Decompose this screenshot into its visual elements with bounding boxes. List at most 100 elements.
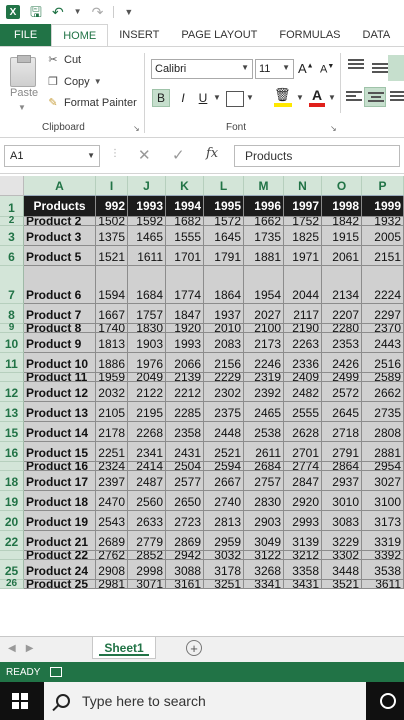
value-cell[interactable]: 1886 [96,353,128,373]
value-cell[interactable]: 2735 [362,402,404,422]
value-cell[interactable]: 1864 [204,266,244,304]
tab-file[interactable]: FILE [0,24,52,46]
value-cell[interactable]: 1920 [166,324,204,333]
value-cell[interactable]: 2448 [204,422,244,442]
value-cell[interactable]: 2577 [166,471,204,491]
value-cell[interactable]: 2251 [96,442,128,462]
borders-icon[interactable] [226,91,244,107]
value-cell[interactable]: 2392 [244,382,284,402]
value-cell[interactable]: 1662 [244,217,284,226]
value-cell[interactable]: 2543 [96,511,128,531]
align-bottom-icon[interactable] [388,55,404,81]
value-cell[interactable]: 3088 [166,560,204,580]
value-cell[interactable]: 2324 [96,462,128,471]
value-cell[interactable]: 2504 [166,462,204,471]
value-cell[interactable]: 2044 [284,266,322,304]
value-cell[interactable]: 2005 [362,226,404,246]
value-cell[interactable]: 2628 [284,422,322,442]
value-cell[interactable]: 2066 [166,353,204,373]
value-cell[interactable]: 3538 [362,560,404,580]
value-cell[interactable]: 1757 [128,304,166,324]
row-header[interactable]: 10 [0,333,24,353]
value-cell[interactable]: 1521 [96,246,128,266]
align-right-icon[interactable] [390,91,404,103]
product-cell[interactable]: Product 14 [24,422,96,442]
value-cell[interactable]: 2156 [204,353,244,373]
row-header[interactable] [0,373,24,382]
align-left-icon[interactable] [346,91,362,103]
value-cell[interactable]: 2650 [166,491,204,511]
value-cell[interactable]: 3100 [362,491,404,511]
value-cell[interactable]: 2414 [128,462,166,471]
column-header[interactable]: N [284,176,322,196]
chevron-down-icon[interactable]: ▼ [213,93,221,102]
customize-qat-icon[interactable]: ▼ [124,5,133,19]
value-cell[interactable]: 2190 [284,324,322,333]
column-header[interactable]: P [362,176,404,196]
product-cell[interactable]: Product 13 [24,402,96,422]
value-cell[interactable]: 2633 [128,511,166,531]
column-header[interactable]: A [24,176,96,196]
value-cell[interactable]: 2993 [284,511,322,531]
product-cell[interactable]: Product 21 [24,531,96,551]
value-cell[interactable]: 1735 [244,226,284,246]
product-cell[interactable]: Product 3 [24,226,96,246]
font-name-select[interactable]: Calibri ▼ [151,59,253,79]
copy-button[interactable]: ❐ Copy ▼ [46,75,102,89]
value-cell[interactable]: 2426 [322,353,362,373]
column-header[interactable]: J [128,176,166,196]
value-cell[interactable]: 1954 [244,266,284,304]
bold-button[interactable]: B [152,89,170,107]
value-cell[interactable]: 2061 [322,246,362,266]
underline-button[interactable]: U [194,89,212,107]
product-cell[interactable]: Product 8 [24,324,96,333]
value-cell[interactable]: 3027 [362,471,404,491]
value-cell[interactable]: 2358 [166,422,204,442]
tab-formulas[interactable]: FORMULAS [268,24,351,46]
row-header[interactable]: 1 [0,196,24,217]
value-cell[interactable]: 3268 [244,560,284,580]
product-cell[interactable]: Product 25 [24,580,96,589]
row-header[interactable] [0,462,24,471]
tab-page-layout[interactable]: PAGE LAYOUT [170,24,268,46]
windows-start-icon[interactable] [12,693,28,709]
value-cell[interactable]: 1830 [128,324,166,333]
value-cell[interactable]: 3122 [244,551,284,560]
column-header[interactable]: K [166,176,204,196]
value-cell[interactable]: 3251 [204,580,244,589]
value-cell[interactable]: 2173 [244,333,284,353]
value-cell[interactable]: 2397 [96,471,128,491]
product-cell[interactable]: Product 17 [24,471,96,491]
value-cell[interactable]: 2224 [362,266,404,304]
value-cell[interactable]: 3358 [284,560,322,580]
value-cell[interactable]: 1847 [166,304,204,324]
sheet-tab-sheet1[interactable]: Sheet1 [92,637,156,659]
row-header[interactable]: 9 [0,322,24,333]
add-sheet-button[interactable]: + [186,640,202,656]
chevron-down-icon[interactable]: ▼ [87,151,95,160]
value-cell[interactable]: 2465 [244,402,284,422]
value-cell[interactable]: 1842 [322,217,362,226]
value-cell[interactable]: 2409 [284,373,322,382]
product-cell[interactable]: Product 11 [24,373,96,382]
value-cell[interactable]: 2572 [322,382,362,402]
value-cell[interactable]: 3448 [322,560,362,580]
row-header[interactable]: 26 [0,578,24,589]
select-all-corner[interactable] [0,176,24,196]
value-cell[interactable]: 1996 [244,196,284,217]
value-cell[interactable]: 1995 [204,196,244,217]
product-cell[interactable]: Product 15 [24,442,96,462]
value-cell[interactable]: 992 [96,196,128,217]
value-cell[interactable]: 1999 [362,196,404,217]
value-cell[interactable]: 2341 [128,442,166,462]
redo-icon[interactable]: ↷ [92,5,104,19]
value-cell[interactable]: 2538 [244,422,284,442]
font-size-select[interactable]: 11 ▼ [255,59,294,79]
value-cell[interactable]: 3302 [322,551,362,560]
product-cell[interactable]: Product 5 [24,246,96,266]
fill-color-button[interactable]: 🗑 [274,87,294,107]
product-cell[interactable]: Products [24,196,96,217]
value-cell[interactable]: 2908 [96,560,128,580]
product-cell[interactable]: Product 24 [24,560,96,580]
value-cell[interactable]: 2195 [128,402,166,422]
